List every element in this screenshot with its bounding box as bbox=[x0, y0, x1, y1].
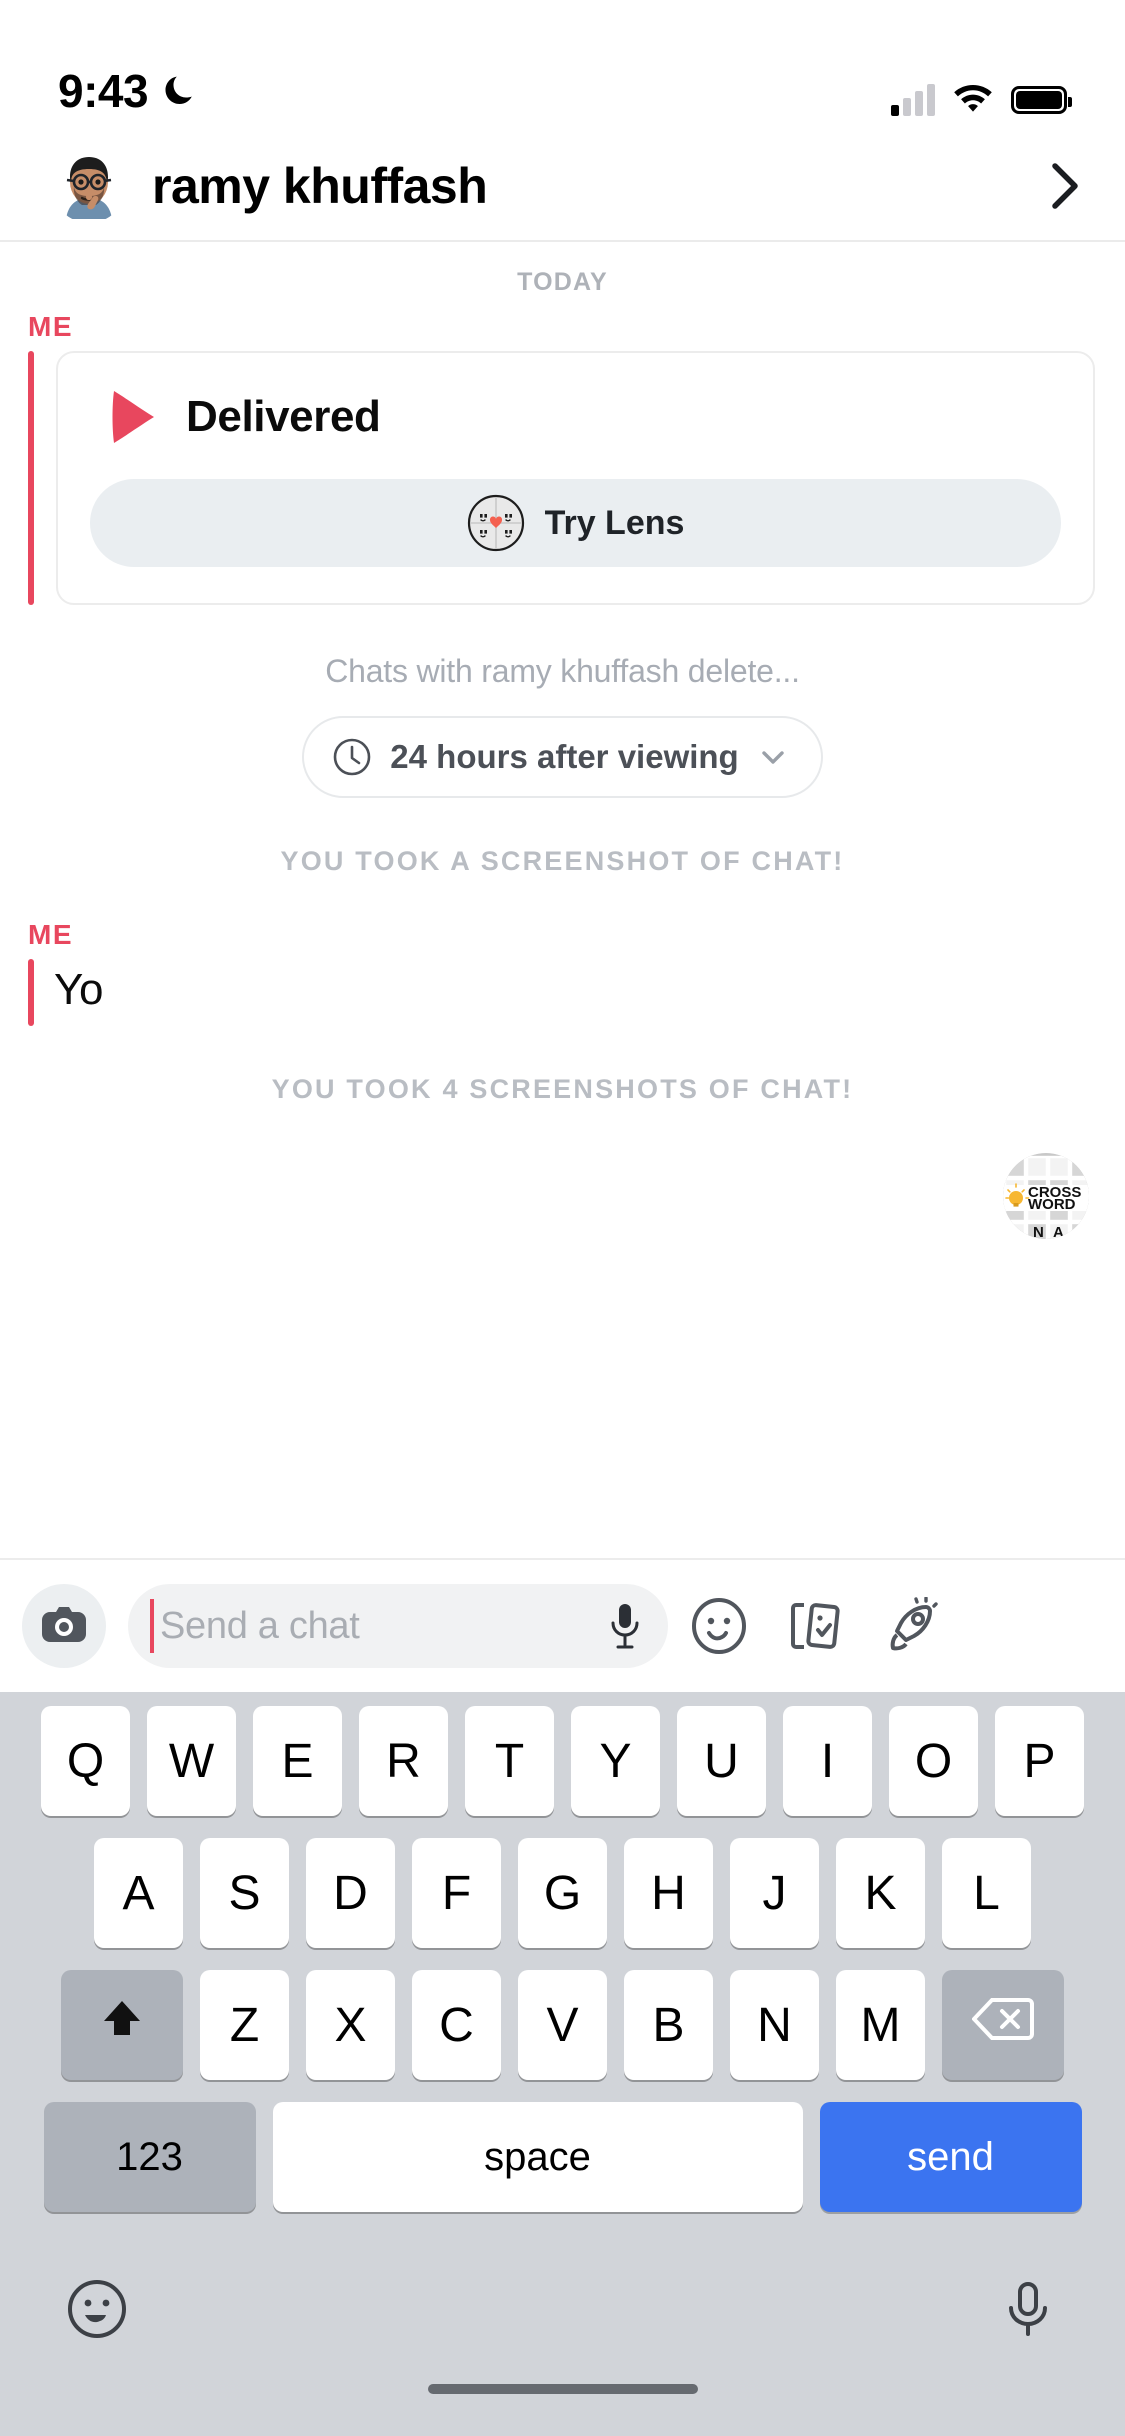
status-time: 9:43 bbox=[58, 65, 149, 117]
key-l[interactable]: L bbox=[942, 1838, 1031, 1948]
clock-icon bbox=[332, 737, 372, 777]
keyboard-bottom-bar bbox=[0, 2234, 1125, 2384]
page-title: ramy khuffash bbox=[152, 158, 488, 214]
chat-input-placeholder: Send a chat bbox=[160, 1604, 360, 1647]
key-z[interactable]: Z bbox=[200, 1970, 289, 2080]
home-indicator-area bbox=[0, 2384, 1125, 2436]
key-i[interactable]: I bbox=[783, 1706, 872, 1816]
rocket-icon[interactable] bbox=[882, 1596, 940, 1655]
chat-input-field[interactable]: Send a chat bbox=[128, 1584, 668, 1668]
svg-text:N: N bbox=[1033, 1224, 1044, 1239]
try-lens-label: Try Lens bbox=[544, 503, 685, 542]
system-note-screenshot-2: YOU TOOK 4 SCREENSHOTS OF CHAT! bbox=[271, 1073, 854, 1104]
home-indicator[interactable] bbox=[427, 2384, 698, 2394]
key-x[interactable]: X bbox=[306, 1970, 395, 2080]
camera-button[interactable] bbox=[22, 1584, 106, 1668]
key-a[interactable]: A bbox=[94, 1838, 183, 1948]
key-w[interactable]: W bbox=[147, 1706, 236, 1816]
send-key[interactable]: send bbox=[819, 2102, 1082, 2212]
battery-icon bbox=[1011, 85, 1072, 114]
shift-key[interactable] bbox=[61, 1970, 183, 2080]
sticker-row: N A CROSS WORD bbox=[0, 1152, 1125, 1239]
try-lens-button[interactable]: Try Lens bbox=[90, 479, 1061, 567]
chat-input-bar: Send a chat bbox=[0, 1558, 1125, 1692]
day-divider: TODAY bbox=[517, 268, 608, 296]
key-o[interactable]: O bbox=[889, 1706, 978, 1816]
microphone-icon[interactable] bbox=[608, 1601, 642, 1651]
timer-pill-wrap: 24 hours after viewing bbox=[0, 716, 1125, 798]
wifi-icon bbox=[952, 81, 994, 118]
key-c[interactable]: C bbox=[412, 1970, 501, 2080]
key-g[interactable]: G bbox=[518, 1838, 607, 1948]
delivered-row: Delivered bbox=[90, 387, 1061, 447]
smiley-face-icon[interactable] bbox=[690, 1597, 748, 1655]
key-f[interactable]: F bbox=[412, 1838, 501, 1948]
key-j[interactable]: J bbox=[730, 1838, 819, 1948]
snapchat-chat-screen: 9:43 ramy khuffash TODAY ME Delivered Tr… bbox=[0, 0, 1125, 2436]
key-n[interactable]: N bbox=[730, 1970, 819, 2080]
message-text: Yo bbox=[54, 965, 104, 1014]
status-bar-left: 9:43 bbox=[58, 64, 196, 118]
space-key[interactable]: space bbox=[272, 2102, 803, 2212]
sender-accent-bar bbox=[28, 959, 34, 1026]
lens-icon bbox=[467, 494, 525, 552]
key-u[interactable]: U bbox=[677, 1706, 766, 1816]
sender-label: ME bbox=[28, 311, 74, 342]
text-message-row[interactable]: Yo bbox=[28, 959, 1125, 1026]
bitmoji-avatar[interactable] bbox=[52, 149, 126, 223]
status-bar: 9:43 bbox=[0, 0, 1125, 132]
message-group-text: ME Yo bbox=[0, 919, 1125, 1026]
input-action-icons bbox=[690, 1596, 944, 1655]
keyboard-row-2: A S D F G H J K L bbox=[0, 1838, 1125, 1948]
shift-up-icon bbox=[96, 1993, 148, 2057]
on-screen-keyboard[interactable]: Q W E R T Y U I O P A S D F G H J K L Z … bbox=[0, 1692, 1125, 2436]
delete-timer-label: 24 hours after viewing bbox=[390, 738, 739, 775]
svg-text:WORD: WORD bbox=[1028, 1196, 1076, 1213]
key-s[interactable]: S bbox=[200, 1838, 289, 1948]
svg-text:A: A bbox=[1053, 1224, 1064, 1239]
key-e[interactable]: E bbox=[253, 1706, 342, 1816]
crossword-game-icon[interactable]: N A CROSS WORD bbox=[1003, 1152, 1089, 1239]
key-b[interactable]: B bbox=[624, 1970, 713, 2080]
delivered-arrow-icon bbox=[108, 387, 160, 447]
message-group-snap: ME Delivered Try Lens bbox=[0, 311, 1125, 605]
chat-delete-notice: Chats with ramy khuffash delete... bbox=[325, 653, 800, 689]
keyboard-row-3: Z X C V B N M bbox=[0, 1970, 1125, 2080]
snap-message-row: Delivered Try Lens bbox=[28, 351, 1125, 605]
key-m[interactable]: M bbox=[836, 1970, 925, 2080]
key-r[interactable]: R bbox=[359, 1706, 448, 1816]
sender-accent-bar bbox=[28, 351, 34, 605]
key-t[interactable]: T bbox=[465, 1706, 554, 1816]
key-h[interactable]: H bbox=[624, 1838, 713, 1948]
status-bar-right bbox=[891, 81, 1072, 118]
key-q[interactable]: Q bbox=[41, 1706, 130, 1816]
conversation-list[interactable]: TODAY ME Delivered Try Lens Chats with r… bbox=[0, 242, 1125, 1558]
emoji-keyboard-icon[interactable] bbox=[66, 2278, 128, 2340]
dictation-microphone-icon[interactable] bbox=[997, 2278, 1059, 2340]
keyboard-row-4: 123 space send bbox=[0, 2102, 1125, 2212]
camera-icon bbox=[40, 1604, 88, 1649]
keyboard-row-1: Q W E R T Y U I O P bbox=[0, 1706, 1125, 1816]
backspace-key[interactable] bbox=[942, 1970, 1064, 2080]
key-p[interactable]: P bbox=[995, 1706, 1084, 1816]
moon-icon bbox=[160, 73, 196, 109]
chevron-right-icon[interactable] bbox=[1045, 161, 1085, 211]
key-y[interactable]: Y bbox=[571, 1706, 660, 1816]
delete-timer-dropdown[interactable]: 24 hours after viewing bbox=[302, 716, 823, 798]
system-note-screenshot-1: YOU TOOK A SCREENSHOT OF CHAT! bbox=[280, 846, 845, 876]
backspace-icon bbox=[971, 1996, 1034, 2054]
cellular-signal-icon bbox=[891, 83, 935, 116]
chevron-down-icon[interactable] bbox=[757, 741, 789, 773]
sender-label: ME bbox=[28, 919, 74, 950]
numbers-key[interactable]: 123 bbox=[43, 2102, 256, 2212]
key-d[interactable]: D bbox=[306, 1838, 395, 1948]
sticker-cards-icon[interactable] bbox=[786, 1597, 844, 1655]
snap-card[interactable]: Delivered Try Lens bbox=[56, 351, 1095, 605]
snap-status-label: Delivered bbox=[186, 392, 381, 441]
key-k[interactable]: K bbox=[836, 1838, 925, 1948]
key-v[interactable]: V bbox=[518, 1970, 607, 2080]
chat-header[interactable]: ramy khuffash bbox=[0, 132, 1125, 242]
